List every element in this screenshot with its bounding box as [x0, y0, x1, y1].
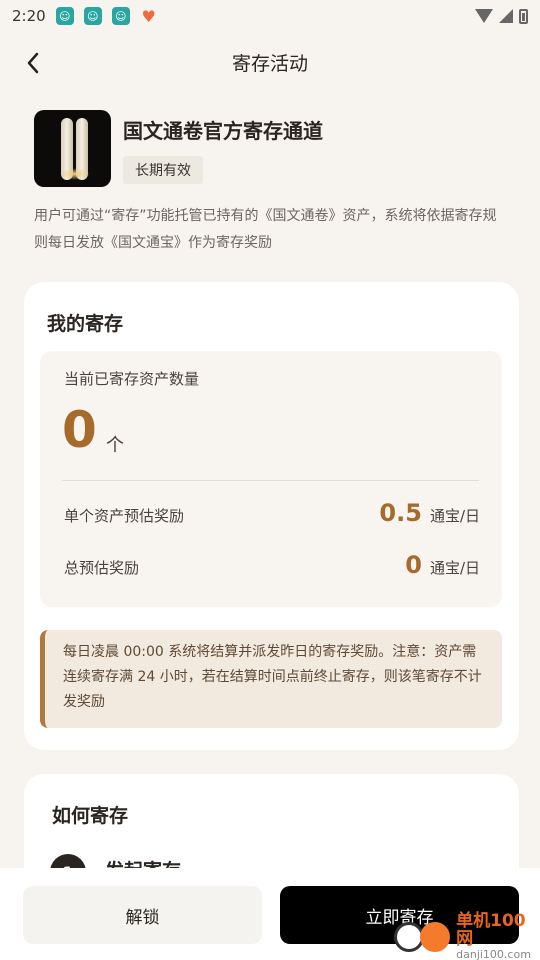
reward-label: 总预估奖励 — [64, 559, 140, 577]
reward-row: 单个资产预估奖励 0.5 通宝/日 — [64, 499, 480, 531]
my-deposit-title: 我的寄存 — [47, 313, 124, 335]
status-time: 2:20 — [12, 7, 46, 25]
watermark-circle — [420, 922, 450, 952]
page-header: 寄存活动 — [0, 32, 540, 92]
current-deposit-label: 当前已寄存资产数量 — [64, 370, 200, 388]
status-bar: 2:20 ☺ ☺ ☺ ♥ — [0, 0, 540, 32]
deposit-stats: 当前已寄存资产数量 0 个 单个资产预估奖励 0.5 通宝/日 总预估奖励 0 … — [40, 351, 502, 607]
page-title: 寄存活动 — [231, 52, 308, 75]
wifi-icon — [475, 9, 493, 23]
reward-value: 0 — [405, 551, 422, 579]
reward-value: 0.5 — [379, 499, 422, 527]
watermark-main: 单机100网 — [456, 911, 526, 949]
app-notification-icon: ☺ — [55, 7, 74, 25]
reward-unit: 通宝/日 — [429, 507, 480, 525]
reward-value-group: 0.5 通宝/日 — [379, 499, 480, 527]
heart-notification-icon: ♥ — [141, 6, 156, 26]
settlement-notice: 每日凌晨 00:00 系统将结算并派发昨日的寄存奖励。注意：资产需连续寄存满 2… — [40, 630, 502, 728]
watermark: 单机100网 danji100.com — [394, 912, 540, 960]
reward-label: 单个资产预估奖励 — [64, 507, 185, 525]
validity-tag: 长期有效 — [123, 156, 203, 184]
back-button[interactable] — [18, 48, 48, 78]
cover-glow — [60, 168, 90, 180]
chevron-left-icon — [27, 52, 39, 74]
current-deposit-count: 0 — [62, 401, 97, 459]
how-to-title: 如何寄存 — [52, 805, 129, 827]
current-deposit-unit: 个 — [106, 435, 124, 456]
battery-icon — [519, 8, 528, 24]
asset-cover-image — [34, 110, 111, 187]
reward-row: 总预估奖励 0 通宝/日 — [64, 551, 480, 583]
reward-value-group: 0 通宝/日 — [405, 551, 480, 579]
watermark-sub: danji100.com — [456, 948, 531, 960]
reward-unit: 通宝/日 — [429, 559, 480, 577]
app-notification-icon: ☺ — [111, 7, 130, 25]
watermark-text: 单机100网 danji100.com — [456, 912, 540, 960]
status-indicators — [475, 8, 528, 24]
divider — [62, 480, 479, 481]
watermark-logo — [394, 917, 454, 957]
activity-description: 用户可通过“寄存”功能托管已持有的《国文通卷》资产，系统将依据寄存规则每日发放《… — [34, 208, 497, 251]
activity-title: 国文通卷官方寄存通道 — [123, 119, 323, 143]
my-deposit-card: 我的寄存 当前已寄存资产数量 0 个 单个资产预估奖励 0.5 通宝/日 总预估… — [24, 282, 519, 750]
cell-signal-icon — [499, 9, 513, 23]
app-notification-icon: ☺ — [83, 7, 102, 25]
unlock-button[interactable]: 解锁 — [23, 886, 262, 944]
